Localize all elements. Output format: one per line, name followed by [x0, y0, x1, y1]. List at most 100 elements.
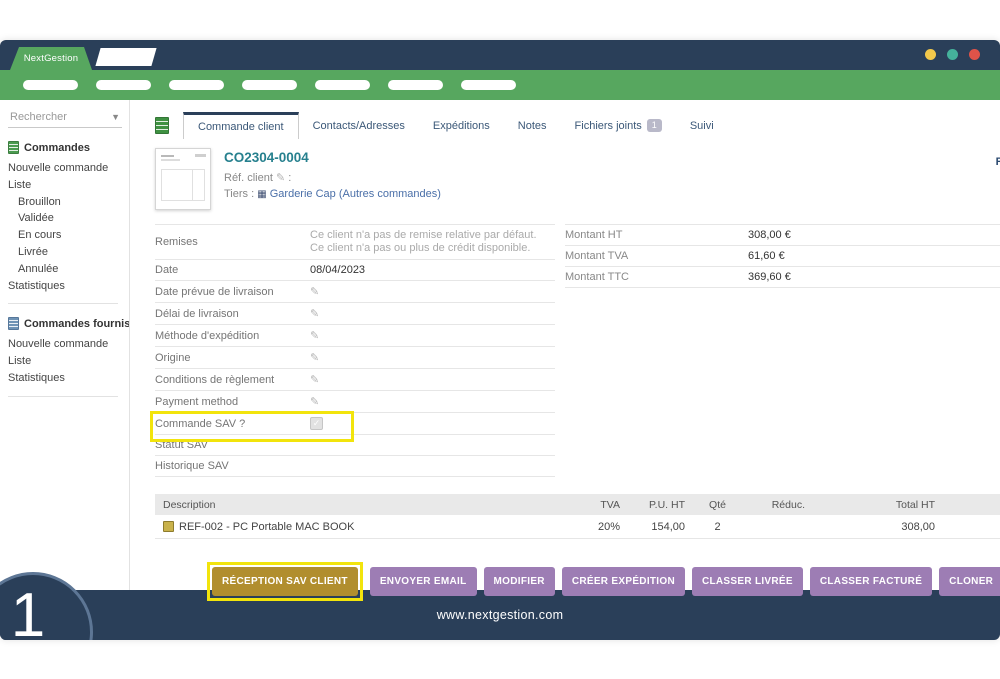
field-row-historique-sav: Historique SAV [155, 456, 555, 477]
order-reference: CO2304-0004 [224, 150, 441, 166]
sidebar-section-commandes: Commandes Nouvelle commande Liste Brouil… [8, 141, 129, 304]
tab-bar: Commande client Contacts/Adresses Expédi… [155, 112, 1000, 139]
footer-url: www.nextgestion.com [437, 608, 564, 622]
edit-pencil-icon[interactable]: ✎ [310, 307, 319, 320]
sidebar-item-livree[interactable]: Livrée [8, 244, 129, 261]
brand-tab[interactable]: NextGestion [10, 47, 92, 70]
sidebar: Rechercher ▼ Commandes Nouvelle commande… [0, 100, 130, 590]
montant-ttc-value: 369,60 € [748, 271, 791, 283]
nav-pill-placeholder[interactable] [461, 80, 516, 90]
product-link[interactable]: REF-002 - PC Portable MAC BOOK [179, 521, 354, 533]
tab-contacts-adresses[interactable]: Contacts/Adresses [299, 112, 419, 139]
field-row-date-prevue: Date prévue de livraison ✎ [155, 281, 555, 303]
tab-suivi[interactable]: Suivi [676, 112, 728, 139]
creer-expedition-button[interactable]: CRÉER EXPÉDITION [562, 567, 685, 596]
nav-pill-placeholder[interactable] [23, 80, 78, 90]
line-total-ht: 308,00 [805, 521, 935, 533]
montant-ht-value: 308,00 € [748, 229, 791, 241]
return-to-list-link[interactable]: Retour liste [996, 156, 1000, 168]
edit-pencil-icon[interactable]: ✎ [276, 170, 285, 186]
main-menu-bar [0, 70, 1000, 100]
lines-header-row: Description TVA P.U. HT Qté Réduc. Total… [155, 494, 1000, 515]
search-combobox[interactable]: Rechercher ▼ [8, 108, 122, 128]
classer-facture-button[interactable]: CLASSER FACTURÉ [810, 567, 932, 596]
maximize-dot-icon[interactable] [947, 49, 958, 60]
annotation-highlight-box: RÉCEPTION SAV CLIENT [207, 562, 363, 601]
field-row-payment-method: Payment method ✎ [155, 391, 555, 413]
sidebar-item-nouvelle-commande[interactable]: Nouvelle commande [8, 160, 129, 177]
field-row-statut-sav: Statut SAV [155, 435, 555, 456]
cloner-button[interactable]: CLONER [939, 567, 1000, 596]
search-placeholder: Rechercher [10, 111, 67, 123]
tab-notes[interactable]: Notes [504, 112, 561, 139]
company-building-icon: ▦ [257, 189, 266, 200]
edit-pencil-icon[interactable]: ✎ [310, 395, 319, 408]
other-orders-link[interactable]: (Autres commandes) [339, 188, 441, 200]
modifier-button[interactable]: MODIFIER [484, 567, 555, 596]
envoyer-email-button[interactable]: ENVOYER EMAIL [370, 567, 477, 596]
brand-ghost-tab [95, 48, 156, 66]
header-right: Retour liste < > Validée [996, 152, 1000, 201]
order-header: CO2304-0004 Réf. client ✎ : Tiers : ▦ Ga… [155, 148, 1000, 210]
tab-fichiers-joints[interactable]: Fichiers joints 1 [561, 112, 676, 139]
edit-pencil-icon[interactable]: ✎ [310, 329, 319, 342]
nav-pill-placeholder[interactable] [96, 80, 151, 90]
remises-info-line2: Ce client n'a pas ou plus de crédit disp… [310, 242, 530, 254]
line-tva: 20% [562, 521, 620, 533]
chevron-down-icon: ▼ [111, 112, 120, 122]
table-row: REF-002 - PC Portable MAC BOOK 20% 154,0… [155, 515, 1000, 539]
sidebar-item-statistiques[interactable]: Statistiques [8, 278, 129, 295]
sidebar-divider [8, 396, 118, 397]
document-icon [8, 141, 19, 154]
product-icon [163, 521, 174, 532]
sidebar-section-title[interactable]: Commandes [8, 141, 129, 154]
reception-sav-client-button[interactable]: RÉCEPTION SAV CLIENT [212, 567, 358, 596]
remises-info-line1: Ce client n'a pas de remise relative par… [310, 229, 537, 241]
order-fields-table: Remises Ce client n'a pas de remise rela… [155, 224, 555, 477]
sidebar-item-statistiques-fournisseur[interactable]: Statistiques [8, 370, 129, 387]
field-row-remises: Remises Ce client n'a pas de remise rela… [155, 224, 555, 260]
nav-pill-placeholder[interactable] [169, 80, 224, 90]
edit-pencil-icon[interactable]: ✎ [310, 351, 319, 364]
edit-pencil-icon[interactable]: ✎ [310, 285, 319, 298]
sidebar-item-brouillon[interactable]: Brouillon [8, 194, 129, 211]
field-row-delai-livraison: Délai de livraison ✎ [155, 303, 555, 325]
sav-checkbox[interactable]: ✓ [310, 417, 323, 430]
sidebar-divider [8, 303, 118, 304]
field-row-commande-sav: Commande SAV ? ✓ [155, 413, 555, 435]
minimize-dot-icon[interactable] [925, 49, 936, 60]
sidebar-section-commandes-fournisseurs: Commandes fournis... Nouvelle commande L… [8, 317, 129, 396]
sidebar-item-liste-fournisseur[interactable]: Liste [8, 353, 129, 370]
action-buttons-bar: RÉCEPTION SAV CLIENT ENVOYER EMAIL MODIF… [207, 562, 1000, 601]
amount-row-ht: Montant HT 308,00 € [565, 224, 1000, 246]
tab-commande-client[interactable]: Commande client [183, 112, 299, 139]
nav-pill-placeholder[interactable] [242, 80, 297, 90]
main-content: Commande client Contacts/Adresses Expédi… [130, 100, 1000, 590]
title-bar: NextGestion [0, 40, 1000, 70]
field-row-methode-expedition: Méthode d'expédition ✎ [155, 325, 555, 347]
sidebar-item-en-cours[interactable]: En cours [8, 227, 129, 244]
tiers-line: Tiers : ▦ Garderie Cap (Autres commandes… [224, 186, 441, 203]
field-row-conditions-reglement: Conditions de règlement ✎ [155, 369, 555, 391]
sidebar-item-liste[interactable]: Liste [8, 177, 129, 194]
ref-client-line: Réf. client ✎ : [224, 170, 441, 186]
third-party-link[interactable]: Garderie Cap [270, 188, 336, 200]
sidebar-item-validee[interactable]: Validée [8, 210, 129, 227]
sidebar-item-nouvelle-commande-fournisseur[interactable]: Nouvelle commande [8, 336, 129, 353]
classer-livree-button[interactable]: CLASSER LIVRÉE [692, 567, 803, 596]
line-qty: 2 [685, 521, 750, 533]
line-pu-ht: 154,00 [620, 521, 685, 533]
sidebar-section-title[interactable]: Commandes fournis... [8, 317, 129, 330]
app-window: NextGestion Rechercher ▼ Commandes [0, 40, 1000, 640]
document-thumbnail[interactable] [155, 148, 211, 210]
edit-pencil-icon[interactable]: ✎ [310, 373, 319, 386]
close-dot-icon[interactable] [969, 49, 980, 60]
field-row-origine: Origine ✎ [155, 347, 555, 369]
nav-pill-placeholder[interactable] [388, 80, 443, 90]
nav-pill-placeholder[interactable] [315, 80, 370, 90]
tab-expeditions[interactable]: Expéditions [419, 112, 504, 139]
field-row-date: Date 08/04/2023 [155, 260, 555, 281]
montant-tva-value: 61,60 € [748, 250, 785, 262]
document-icon [8, 317, 19, 330]
sidebar-item-annulee[interactable]: Annulée [8, 261, 129, 278]
